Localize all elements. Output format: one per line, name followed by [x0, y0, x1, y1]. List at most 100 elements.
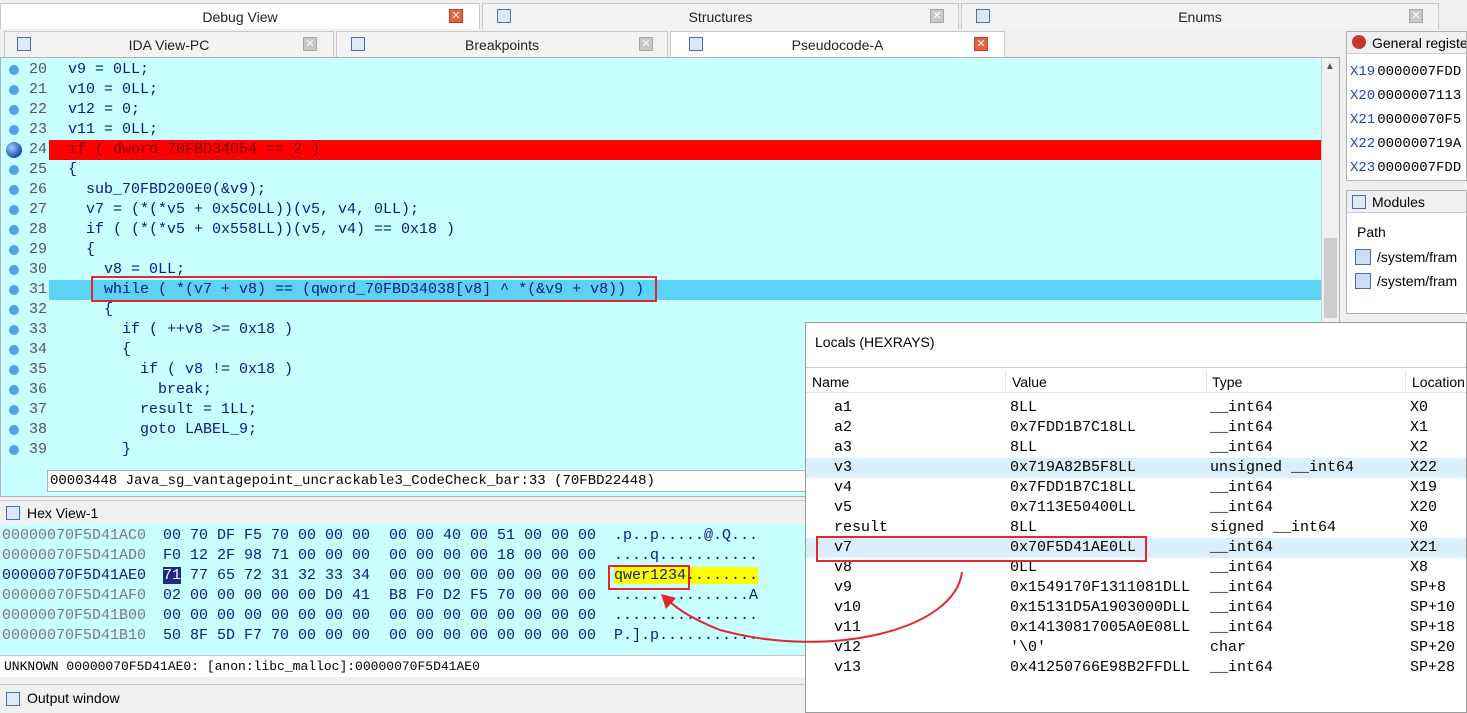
close-icon[interactable]: ✕ [974, 37, 988, 51]
local-variable-row[interactable]: a2 0x7FDD1B7C18LL __int64 X1 [806, 418, 1466, 438]
scrollbar-thumb[interactable] [1324, 238, 1337, 318]
local-name: v3 [834, 459, 853, 476]
close-icon[interactable]: ✕ [930, 9, 944, 23]
register-row[interactable]: X21 00000070F5 [1350, 112, 1461, 132]
local-variable-row[interactable]: v5 0x7113E50400LL __int64 X20 [806, 498, 1466, 518]
output-window-header[interactable]: Output window [0, 684, 806, 713]
line-marker-icon[interactable] [9, 85, 19, 95]
line-marker-icon[interactable] [9, 405, 19, 415]
column-header-value[interactable]: Value [1012, 374, 1047, 390]
line-marker-icon[interactable] [9, 65, 19, 75]
local-variable-row[interactable]: v13 0x41250766E98B2FFDLL __int64 SP+28 [806, 658, 1466, 678]
register-name: X20 [1350, 88, 1376, 104]
line-marker-icon[interactable] [9, 225, 19, 235]
tab-structures[interactable]: Structures ✕ [482, 3, 959, 29]
register-value: 00000070F5 [1377, 112, 1462, 128]
line-marker-icon[interactable] [9, 105, 19, 115]
output-window-title: Output window [27, 690, 120, 706]
hex-bytes-group: F0 12 2F 98 71 00 00 00 [163, 546, 370, 566]
register-row[interactable]: X22 000000719A [1350, 136, 1461, 156]
local-variable-row[interactable]: v9 0x1549170F1311081DLL __int64 SP+8 [806, 578, 1466, 598]
close-icon[interactable]: ✕ [639, 37, 653, 51]
column-divider[interactable] [1005, 370, 1006, 392]
hex-row[interactable]: 00000070F5D41AC0 00 70 DF F5 70 00 00 00 0… [2, 526, 802, 546]
hex-row[interactable]: 00000070F5D41AD0 F0 12 2F 98 71 00 00 00 0… [2, 546, 802, 566]
local-variable-row[interactable]: v4 0x7FDD1B7C18LL __int64 X19 [806, 478, 1466, 498]
code-line[interactable]: 22 v12 = 0; [1, 100, 1321, 120]
modules-path-header[interactable]: Path [1357, 224, 1386, 240]
column-header-location[interactable]: Location [1412, 374, 1465, 390]
line-marker-icon[interactable] [9, 165, 19, 175]
code-text: v10 = 0LL; [68, 81, 159, 98]
close-icon[interactable]: ✕ [449, 9, 463, 23]
line-marker-icon[interactable] [9, 125, 19, 135]
code-line[interactable]: 25 { [1, 160, 1321, 180]
line-number: 21 [28, 81, 47, 98]
line-marker-icon[interactable] [9, 325, 19, 335]
register-name: X19 [1350, 64, 1376, 80]
line-marker-icon[interactable] [9, 205, 19, 215]
column-divider[interactable] [1405, 370, 1406, 392]
code-line[interactable]: 26 sub_70FBD200E0(&v9); [1, 180, 1321, 200]
module-row[interactable]: /system/fram [1355, 249, 1457, 269]
line-marker-icon[interactable] [9, 285, 19, 295]
close-icon[interactable]: ✕ [1409, 9, 1423, 23]
line-marker-icon[interactable] [9, 185, 19, 195]
close-icon[interactable]: ✕ [303, 37, 317, 51]
tab-breakpoints[interactable]: Breakpoints ✕ [336, 31, 668, 57]
code-text: if ( (*(*v5 + 0x558LL))(v5, v4) == 0x18 … [68, 221, 456, 238]
column-header-type[interactable]: Type [1212, 374, 1242, 390]
code-line[interactable]: 27 v7 = (*(*v5 + 0x5C0LL))(v5, v4, 0LL); [1, 200, 1321, 220]
register-row[interactable]: X20 0000007113 [1350, 88, 1461, 108]
scroll-up-icon[interactable]: ▲ [1325, 61, 1335, 72]
register-row[interactable]: X23 0000007FDD [1350, 160, 1461, 180]
breakpoint-icon[interactable] [6, 142, 22, 158]
hex-bytes: 00 00 00 00 00 00 00 00 [389, 627, 597, 644]
code-line[interactable]: 32 { [1, 300, 1321, 320]
line-marker-icon[interactable] [9, 385, 19, 395]
ascii-text: P.].p........... [614, 627, 759, 644]
local-variable-row[interactable]: result 8LL signed __int64 X0 [806, 518, 1466, 538]
hex-row[interactable]: 00000070F5D41B00 00 00 00 00 00 00 00 00 0… [2, 606, 802, 626]
tab-ida-view-pc[interactable]: IDA View-PC ✕ [4, 31, 334, 57]
local-variable-row[interactable]: v12 '\0' char SP+20 [806, 638, 1466, 658]
code-text: { [68, 241, 96, 258]
code-line[interactable]: 24 if ( dword_70FBD34054 == 2 ) [1, 140, 1321, 160]
code-line[interactable]: 28 if ( (*(*v5 + 0x558LL))(v5, v4) == 0x… [1, 220, 1321, 240]
tab-enums[interactable]: Enums ✕ [961, 3, 1439, 29]
line-number: 22 [28, 101, 47, 118]
modules-panel[interactable]: Modules Path /system/fram/system/fram [1346, 190, 1467, 314]
module-row[interactable]: /system/fram [1355, 273, 1457, 293]
register-row[interactable]: X19 0000007FDD [1350, 64, 1461, 84]
code-text: v12 = 0; [68, 101, 141, 118]
line-number: 36 [28, 381, 47, 398]
tab-debug-view[interactable]: Debug View ✕ [0, 3, 480, 29]
tab-label: Enums [1178, 9, 1222, 25]
code-line[interactable]: 21 v10 = 0LL; [1, 80, 1321, 100]
hex-address: 00000070F5D41AE0 [2, 567, 147, 584]
local-variable-row[interactable]: v3 0x719A82B5F8LL unsigned __int64 X22 [806, 458, 1466, 478]
local-variable-row[interactable]: v11 0x14130817005A0E08LL __int64 SP+18 [806, 618, 1466, 638]
selected-byte[interactable]: 71 [163, 567, 182, 584]
line-marker-icon[interactable] [9, 445, 19, 455]
tab-pseudocode-a[interactable]: Pseudocode-A ✕ [670, 31, 1005, 57]
local-variable-row[interactable]: a1 8LL __int64 X0 [806, 398, 1466, 418]
line-marker-icon[interactable] [9, 425, 19, 435]
line-marker-icon[interactable] [9, 365, 19, 375]
line-marker-icon[interactable] [9, 245, 19, 255]
registers-panel[interactable]: General registe X19 0000007FDD X20 00000071… [1346, 31, 1467, 181]
line-marker-icon[interactable] [9, 265, 19, 275]
line-marker-icon[interactable] [9, 345, 19, 355]
line-marker-icon[interactable] [9, 305, 19, 315]
column-header-name[interactable]: Name [812, 374, 849, 390]
hex-address: 00000070F5D41AC0 [2, 527, 147, 544]
locals-window[interactable]: Locals (HEXRAYS) Name Value Type Locatio… [805, 322, 1467, 713]
hex-row[interactable]: 00000070F5D41B10 50 8F 5D F7 70 00 00 00 0… [2, 626, 802, 646]
local-variable-row[interactable]: v10 0x15131D5A1903000DLL __int64 SP+10 [806, 598, 1466, 618]
column-divider[interactable] [1206, 370, 1207, 392]
local-loc: X0 [1410, 519, 1429, 536]
code-line[interactable]: 29 { [1, 240, 1321, 260]
code-line[interactable]: 23 v11 = 0LL; [1, 120, 1321, 140]
code-line[interactable]: 20 v9 = 0LL; [1, 60, 1321, 80]
local-variable-row[interactable]: a3 8LL __int64 X2 [806, 438, 1466, 458]
